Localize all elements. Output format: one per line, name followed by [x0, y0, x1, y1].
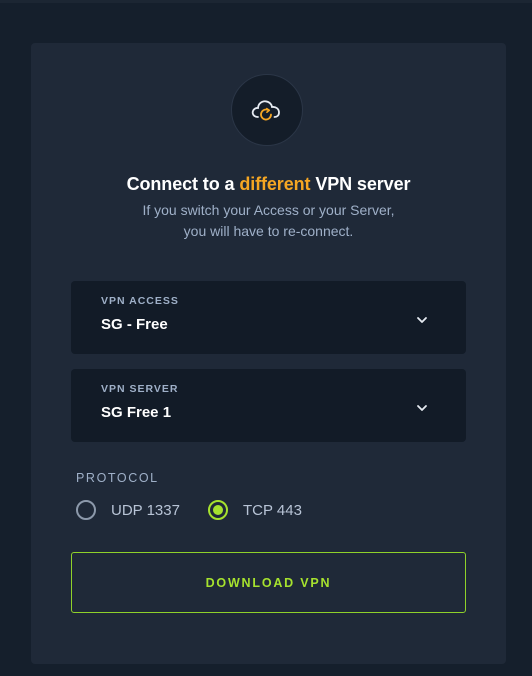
vpn-server-value: SG Free 1 — [101, 404, 172, 421]
protocol-option-label: UDP 1337 — [111, 501, 180, 519]
protocol-option-tcp[interactable]: TCP 443 — [208, 500, 302, 520]
radio-dot — [213, 505, 223, 515]
chevron-down-icon — [417, 405, 427, 411]
protocol-label: PROTOCOL — [76, 471, 159, 485]
protocol-option-label: TCP 443 — [243, 501, 302, 519]
vpn-settings-card: Connect to a different VPN server If you… — [31, 43, 506, 664]
title-suffix: VPN server — [310, 174, 411, 194]
vpn-server-label: VPN SERVER — [101, 383, 179, 395]
vpn-server-select[interactable]: VPN SERVER SG Free 1 — [71, 369, 466, 442]
subtitle-line-2: you will have to re-connect. — [183, 223, 354, 239]
page-title: Connect to a different VPN server — [31, 174, 506, 195]
chevron-down-icon — [417, 317, 427, 323]
window-top-border — [0, 0, 532, 3]
page-subtitle: If you switch your Access or your Server… — [31, 200, 506, 242]
download-vpn-button[interactable]: DOWNLOAD VPN — [71, 552, 466, 613]
cloud-refresh-icon — [231, 74, 303, 146]
vpn-access-label: VPN ACCESS — [101, 295, 179, 307]
protocol-option-udp[interactable]: UDP 1337 — [76, 500, 180, 520]
radio-checked[interactable] — [208, 500, 228, 520]
vpn-access-value: SG - Free — [101, 316, 168, 333]
vpn-access-select[interactable]: VPN ACCESS SG - Free — [71, 281, 466, 354]
title-highlight: different — [239, 174, 311, 194]
title-prefix: Connect to a — [126, 174, 240, 194]
subtitle-line-1: If you switch your Access or your Server… — [142, 202, 395, 218]
radio-unchecked[interactable] — [76, 500, 96, 520]
